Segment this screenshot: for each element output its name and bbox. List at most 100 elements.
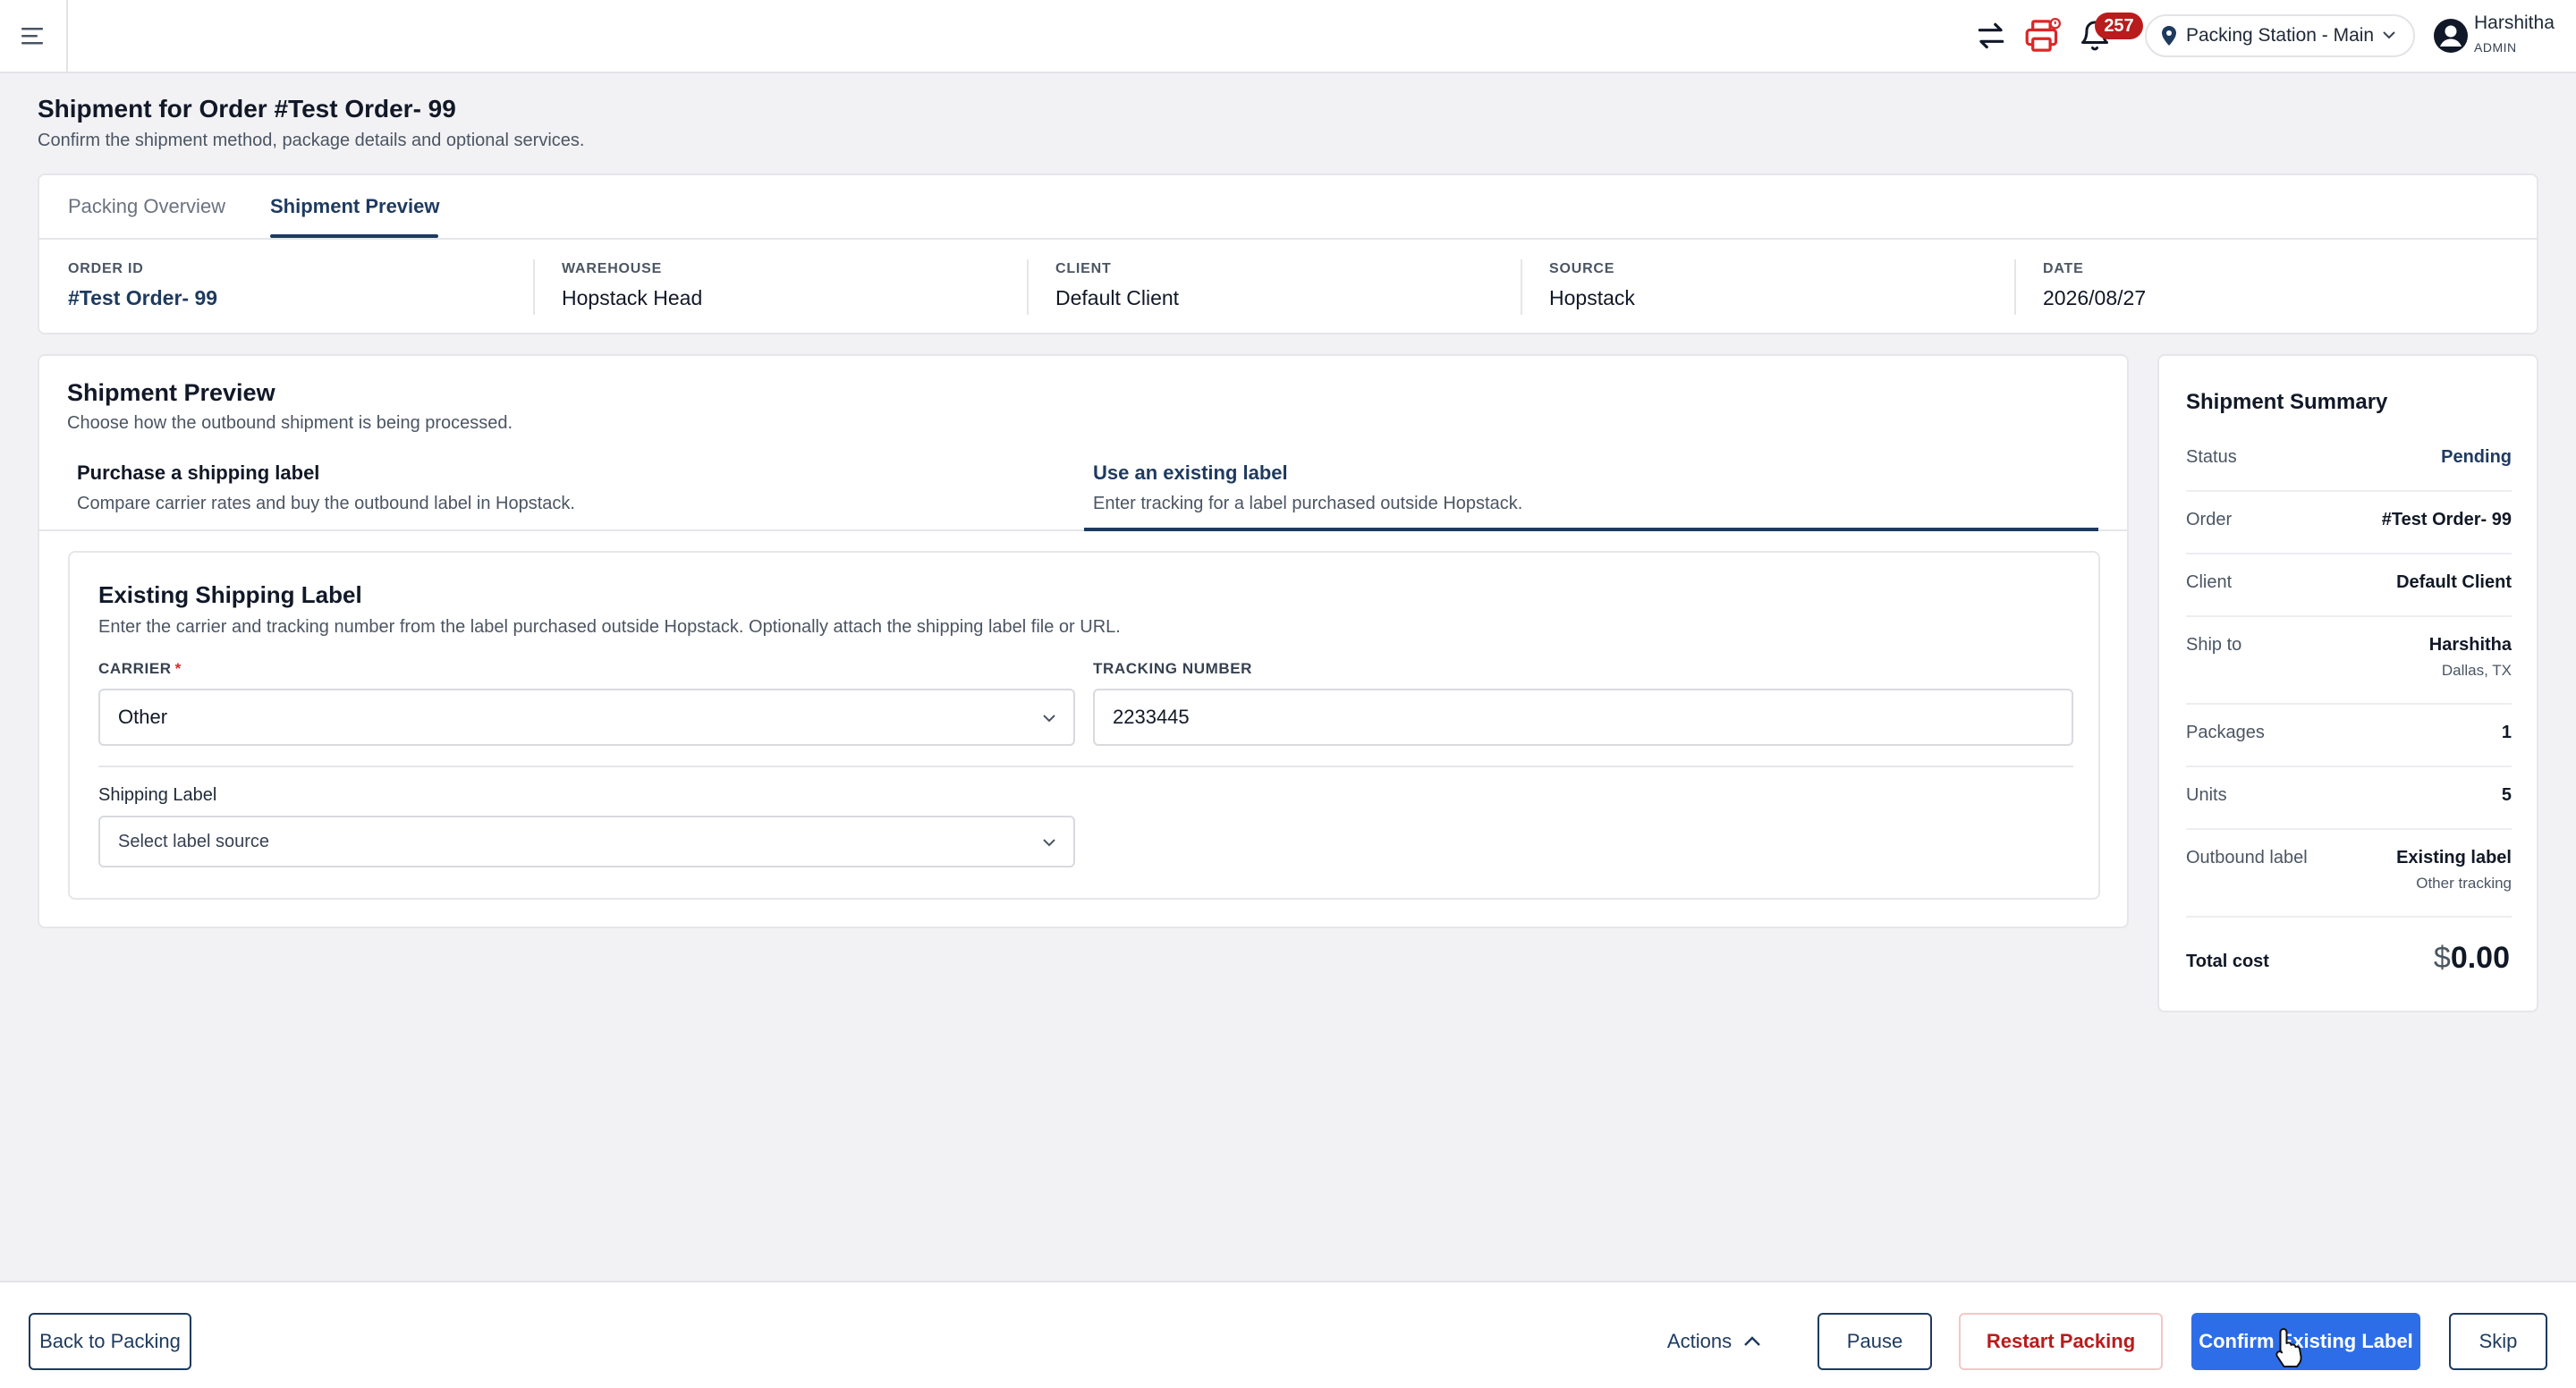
client-value: Default Client xyxy=(1055,286,1180,309)
page-subtitle: Confirm the shipment method, package det… xyxy=(38,131,585,150)
existing-label-subtitle: Enter the carrier and tracking number fr… xyxy=(98,617,1121,637)
printer-button[interactable] xyxy=(2023,16,2063,55)
printer-icon xyxy=(2025,17,2062,52)
divider xyxy=(2186,553,2512,554)
option-existing-label[interactable]: Use an existing label Enter tracking for… xyxy=(1093,461,1522,533)
active-tab-indicator xyxy=(270,234,438,238)
actions-menu-button[interactable]: Actions xyxy=(1657,1313,1773,1370)
source-label: SOURCE xyxy=(1549,261,1615,276)
label-source-select[interactable]: Select label source xyxy=(98,816,1075,868)
chevron-up-icon xyxy=(1744,1336,1760,1346)
date-value: 2026/08/27 xyxy=(2043,286,2147,309)
user-name: Harshitha xyxy=(2474,13,2555,33)
actions-menu-label: Actions xyxy=(1666,1330,1733,1352)
chevron-down-icon xyxy=(1043,715,1055,723)
divider xyxy=(98,766,2073,767)
skip-button[interactable]: Skip xyxy=(2449,1313,2547,1370)
summary-title: Shipment Summary xyxy=(2186,390,2388,414)
tracking-number-input[interactable]: 2233445 xyxy=(1093,689,2073,746)
summary-value: Existing label xyxy=(2396,848,2512,868)
carrier-select[interactable]: Other xyxy=(98,689,1075,746)
summary-label: Order xyxy=(2186,510,2233,529)
divider xyxy=(1521,259,1522,315)
option-purchase-label[interactable]: Purchase a shipping label Compare carrie… xyxy=(77,461,575,533)
pause-button[interactable]: Pause xyxy=(1818,1313,1932,1370)
summary-value: Harshitha xyxy=(2428,635,2512,655)
location-pin-icon xyxy=(2162,26,2176,46)
existing-label-form: Existing Shipping Label Enter the carrie… xyxy=(68,551,2100,900)
menu-toggle-button[interactable] xyxy=(0,0,68,72)
shipment-preview-card: Shipment Preview Choose how the outbound… xyxy=(38,354,2129,928)
user-avatar-icon[interactable] xyxy=(2433,18,2469,54)
total-cost-label: Total cost xyxy=(2186,952,2269,971)
source-value: Hopstack xyxy=(1549,286,1635,309)
divider xyxy=(2186,916,2512,918)
summary-label: Ship to xyxy=(2186,635,2242,655)
tracking-number-label: TRACKING NUMBER xyxy=(1093,660,1253,677)
packing-station-label: Packing Station - Main xyxy=(2186,25,2375,46)
carrier-label: CARRIER * xyxy=(98,660,182,678)
date-label: DATE xyxy=(2043,261,2084,276)
hand-cursor-icon xyxy=(2275,1328,2302,1367)
total-amount: 0.00 xyxy=(2450,941,2510,975)
label-source-placeholder: Select label source xyxy=(118,831,269,851)
restart-packing-button[interactable]: Restart Packing xyxy=(1959,1313,2163,1370)
top-bar: 257 Packing Station - Main Harshitha ADM… xyxy=(0,0,2576,73)
option-description: Enter tracking for a label purchased out… xyxy=(1093,494,1523,513)
option-description: Compare carrier rates and buy the outbou… xyxy=(77,494,575,513)
divider xyxy=(2014,259,2016,315)
summary-label: Outbound label xyxy=(2186,848,2308,868)
shipping-label-label: Shipping Label xyxy=(98,785,217,805)
order-id-link[interactable]: #Test Order- 99 xyxy=(68,286,217,310)
order-id-label: ORDER ID xyxy=(68,261,144,276)
user-role: ADMIN xyxy=(2474,40,2517,55)
tab-bar: Packing Overview Shipment Preview xyxy=(39,175,2537,240)
page-title: Shipment for Order #Test Order- 99 xyxy=(38,95,456,123)
summary-value: 1 xyxy=(2501,723,2512,742)
tab-shipment-preview[interactable]: Shipment Preview xyxy=(270,195,440,218)
required-mark: * xyxy=(174,660,182,677)
divider xyxy=(533,259,535,315)
divider xyxy=(2186,490,2512,492)
summary-label: Units xyxy=(2186,785,2227,805)
status-badge: Pending xyxy=(2441,447,2512,467)
summary-label: Client xyxy=(2186,572,2233,592)
summary-subvalue: Other tracking xyxy=(2416,875,2512,892)
switch-button[interactable] xyxy=(1971,16,2011,55)
order-overview-card: Packing Overview Shipment Preview ORDER … xyxy=(38,174,2538,334)
divider xyxy=(2186,766,2512,767)
carrier-label-text: CARRIER xyxy=(98,660,172,677)
summary-value: Default Client xyxy=(2396,572,2512,592)
back-to-packing-button[interactable]: Back to Packing xyxy=(29,1313,191,1370)
swap-arrows-icon xyxy=(1978,22,2004,49)
tracking-number-value: 2233445 xyxy=(1113,706,1190,728)
packing-station-select[interactable]: Packing Station - Main xyxy=(2145,14,2415,57)
summary-value: #Test Order- 99 xyxy=(2381,510,2512,529)
active-option-indicator xyxy=(1084,528,2098,531)
summary-value: 5 xyxy=(2501,785,2512,805)
bottom-action-bar: Back to Packing Actions Pause Restart Pa… xyxy=(0,1281,2576,1388)
carrier-value: Other xyxy=(118,706,168,728)
total-cost-value: $0.00 xyxy=(2434,941,2510,976)
summary-label: Status xyxy=(2186,447,2237,467)
summary-subvalue: Dallas, TX xyxy=(2441,662,2512,679)
shipment-preview-subtitle: Choose how the outbound shipment is bein… xyxy=(67,413,513,433)
currency-symbol: $ xyxy=(2433,941,2451,975)
warehouse-label: WAREHOUSE xyxy=(562,261,663,276)
option-title: Use an existing label xyxy=(1093,461,1288,484)
tab-packing-overview[interactable]: Packing Overview xyxy=(68,195,225,218)
warehouse-value: Hopstack Head xyxy=(562,286,703,309)
chevron-down-icon xyxy=(1043,839,1055,847)
divider xyxy=(1027,259,1029,315)
hamburger-icon xyxy=(21,28,43,45)
divider xyxy=(2186,615,2512,617)
shipment-summary-card: Shipment Summary Status Pending Order #T… xyxy=(2157,354,2538,1012)
divider xyxy=(2186,703,2512,705)
option-title: Purchase a shipping label xyxy=(77,461,320,484)
notification-count-badge: 257 xyxy=(2095,13,2143,39)
divider xyxy=(2186,828,2512,830)
chevron-down-icon xyxy=(2383,31,2395,39)
shipment-preview-title: Shipment Preview xyxy=(67,379,275,406)
client-label: CLIENT xyxy=(1055,261,1112,276)
existing-label-title: Existing Shipping Label xyxy=(98,581,362,608)
